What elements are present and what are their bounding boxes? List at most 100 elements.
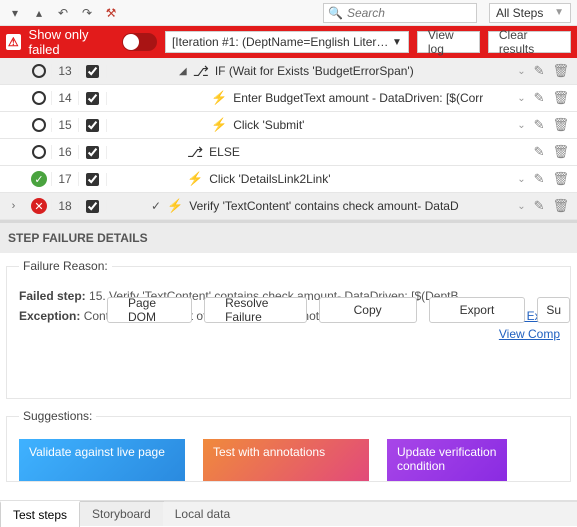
search-input[interactable] xyxy=(347,6,472,20)
tab-local-data[interactable]: Local data xyxy=(163,502,242,526)
copy-label: Copy xyxy=(354,303,382,317)
delete-icon[interactable]: 🗑 xyxy=(552,117,569,133)
step-row[interactable]: 13 ◢ ⎇ IF (Wait for Exists 'BudgetErrorS… xyxy=(0,58,577,85)
suggestion-test-annotations-card[interactable]: Test with annotations xyxy=(203,439,369,481)
step-enabled-checkbox[interactable] xyxy=(86,146,99,159)
suggestions-panel: Suggestions: Validate against live page … xyxy=(6,409,571,482)
chevron-down-icon[interactable]: ⌄ xyxy=(517,93,525,104)
action-icon: ⚡ xyxy=(211,90,227,106)
step-row[interactable]: 16 ⎇ ELSE ✎ 🗑 xyxy=(0,139,577,166)
warning-icon: ⚠ xyxy=(6,34,21,50)
view-complete-link[interactable]: View Comp xyxy=(498,325,560,343)
top-toolbar: ▾ ▴ ↶ ↷ ⚒ 🔍 All Steps ▼ xyxy=(0,0,577,26)
step-text: Verify 'TextContent' contains check amou… xyxy=(189,199,458,213)
edit-icon[interactable]: ✎ xyxy=(534,90,545,106)
status-unknown-icon xyxy=(32,91,46,105)
tab-storyboard-label: Storyboard xyxy=(92,507,151,521)
steps-filter-label: All Steps xyxy=(496,6,543,20)
caret-down-icon[interactable]: ▾ xyxy=(6,4,24,22)
edit-icon[interactable]: ✎ xyxy=(534,198,545,214)
chevron-down-icon[interactable]: ⌄ xyxy=(517,120,525,131)
delete-icon[interactable]: 🗑 xyxy=(552,63,569,79)
branch-icon: ⎇ xyxy=(193,63,209,80)
export-button[interactable]: Export xyxy=(429,297,526,323)
step-row[interactable]: 14 ⚡ Enter BudgetText amount - DataDrive… xyxy=(0,85,577,112)
step-number: 15 xyxy=(51,118,79,132)
suggestion-update-verification-label: Update verification condition xyxy=(397,445,496,473)
step-row[interactable]: › ✕ 18 ✓ ⚡ Verify 'TextContent' contains… xyxy=(0,193,577,220)
step-enabled-checkbox[interactable] xyxy=(86,173,99,186)
suggestion-validate-card[interactable]: Validate against live page xyxy=(19,439,185,481)
copy-button[interactable]: Copy xyxy=(319,297,417,323)
tab-local-data-label: Local data xyxy=(175,507,230,521)
chevron-down-icon[interactable]: ⌄ xyxy=(517,201,525,212)
step-text: Enter BudgetText amount - DataDriven: [$… xyxy=(233,91,483,105)
delete-icon[interactable]: 🗑 xyxy=(552,198,569,214)
step-enabled-checkbox[interactable] xyxy=(86,200,99,213)
tab-test-steps[interactable]: Test steps xyxy=(0,501,80,527)
step-text: Click 'DetailsLink2Link' xyxy=(209,172,330,186)
collapse-icon[interactable]: ◢ xyxy=(179,66,187,77)
exception-label: Exception: xyxy=(19,309,80,323)
chevron-down-icon: ▼ xyxy=(554,7,564,18)
page-dom-button[interactable]: Page DOM xyxy=(107,297,192,323)
submit-button[interactable]: Su xyxy=(537,297,570,323)
view-log-button[interactable]: View log xyxy=(417,31,480,53)
view-log-label: View log xyxy=(428,28,469,56)
step-enabled-checkbox[interactable] xyxy=(86,65,99,78)
step-enabled-checkbox[interactable] xyxy=(86,92,99,105)
delete-icon[interactable]: 🗑 xyxy=(552,90,569,106)
iteration-dropdown[interactable]: [Iteration #1: (DeptName=English Literat… xyxy=(165,31,409,53)
status-fail-icon: ✕ xyxy=(31,198,47,214)
step-number: 17 xyxy=(51,172,79,186)
edit-icon[interactable]: ✎ xyxy=(534,144,545,160)
failure-reason-legend: Failure Reason: xyxy=(19,259,112,273)
step-number: 14 xyxy=(51,91,79,105)
chevron-down-icon[interactable]: ⌄ xyxy=(517,174,525,185)
edit-icon[interactable]: ✎ xyxy=(534,63,545,79)
expand-row-icon[interactable]: › xyxy=(12,200,16,212)
step-number: 13 xyxy=(51,64,79,78)
step-text: IF (Wait for Exists 'BudgetErrorSpan') xyxy=(215,64,414,78)
suggestion-update-verification-card[interactable]: Update verification condition xyxy=(387,439,507,481)
edit-icon[interactable]: ✎ xyxy=(534,171,545,187)
suggestion-test-annotations-label: Test with annotations xyxy=(213,445,325,459)
export-label: Export xyxy=(460,303,495,317)
suggestion-validate-label: Validate against live page xyxy=(29,445,165,459)
caret-up-icon[interactable]: ▴ xyxy=(30,4,48,22)
tool-icon[interactable]: ⚒ xyxy=(102,4,120,22)
status-unknown-icon xyxy=(32,145,46,159)
failure-bar: ⚠ Show only failed [Iteration #1: (DeptN… xyxy=(0,26,577,58)
redo-icon[interactable]: ↷ xyxy=(78,4,96,22)
action-icon: ⚡ xyxy=(167,198,183,214)
search-input-wrap[interactable]: 🔍 xyxy=(323,3,477,23)
iteration-label: [Iteration #1: (DeptName=English Literat… xyxy=(172,35,392,49)
edit-icon[interactable]: ✎ xyxy=(534,117,545,133)
step-row[interactable]: 15 ⚡ Click 'Submit' ⌄ ✎ 🗑 xyxy=(0,112,577,139)
resolve-failure-button[interactable]: Resolve Failure xyxy=(204,297,307,323)
status-unknown-icon xyxy=(32,118,46,132)
steps-filter-dropdown[interactable]: All Steps ▼ xyxy=(489,3,571,23)
tab-storyboard[interactable]: Storyboard xyxy=(79,501,164,526)
clear-results-button[interactable]: Clear results xyxy=(488,31,571,53)
step-enabled-checkbox[interactable] xyxy=(86,119,99,132)
action-icon: ⚡ xyxy=(187,171,203,187)
delete-icon[interactable]: 🗑 xyxy=(552,144,569,160)
undo-icon[interactable]: ↶ xyxy=(54,4,72,22)
submit-label: Su xyxy=(546,303,561,317)
status-unknown-icon xyxy=(32,64,46,78)
chevron-down-icon[interactable]: ⌄ xyxy=(517,66,525,77)
branch-icon: ⎇ xyxy=(187,144,203,161)
tab-test-steps-label: Test steps xyxy=(13,508,67,522)
show-only-failed-toggle[interactable] xyxy=(122,33,157,51)
delete-icon[interactable]: 🗑 xyxy=(552,171,569,187)
step-number: 18 xyxy=(51,199,79,213)
clear-results-label: Clear results xyxy=(499,28,560,56)
failed-step-label: Failed step: xyxy=(19,289,86,303)
step-row[interactable]: ✓ 17 ⚡ Click 'DetailsLink2Link' ⌄ ✎ 🗑 xyxy=(0,166,577,193)
failure-details-panel: Failure Reason: Failed step: 15. Verify … xyxy=(6,259,571,399)
show-only-failed-label: Show only failed xyxy=(29,27,115,57)
step-text: ELSE xyxy=(209,145,240,159)
search-icon: 🔍 xyxy=(328,6,343,20)
step-text: Click 'Submit' xyxy=(233,118,304,132)
